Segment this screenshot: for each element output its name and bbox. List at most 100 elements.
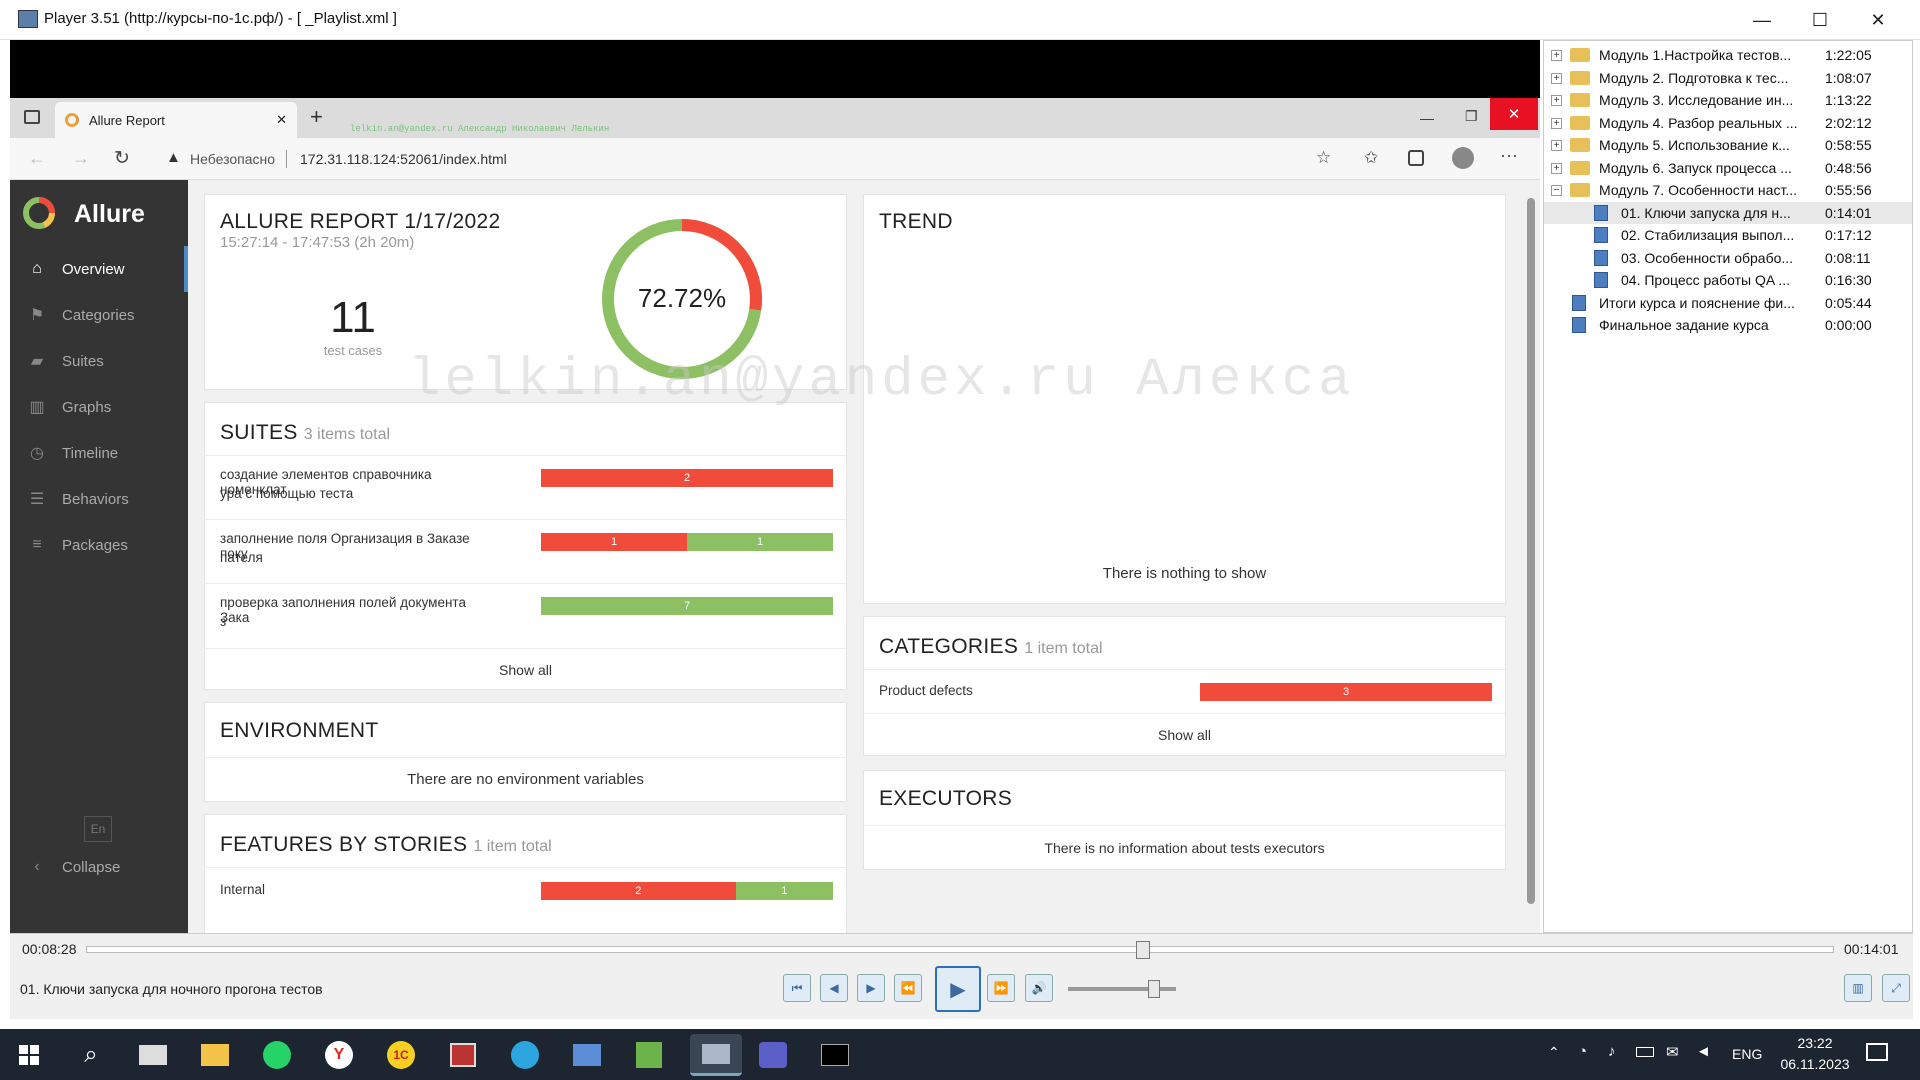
playlist-item[interactable]: 04. Процесс работы QA ... 0:16:30 (1544, 269, 1912, 292)
browser-minimize-icon[interactable]: — (1420, 110, 1434, 126)
battery-icon[interactable] (1636, 1047, 1654, 1057)
playlist-item[interactable]: Итоги курса и пояснение фи... 0:05:44 (1544, 292, 1912, 315)
mail-icon[interactable] (132, 1034, 174, 1076)
feature-row[interactable]: Internal 2 1 (205, 867, 846, 915)
playlist-item[interactable]: + Модуль 3. Исследование ин... 1:13:22 (1544, 89, 1912, 112)
new-tab-button[interactable]: + (310, 104, 323, 130)
playlist-toggle-button[interactable]: ▥ (1844, 974, 1872, 1002)
expand-toggle-icon[interactable]: − (1551, 185, 1562, 196)
forward-icon[interactable]: → (72, 148, 90, 169)
suite-row[interactable]: создание элементов справочника номенклат… (205, 455, 846, 519)
wifi-icon[interactable]: ◔ (1578, 1043, 1587, 1060)
url-field[interactable]: 172.31.118.124:52061/index.html (300, 151, 507, 167)
passed-segment[interactable]: 1 (687, 533, 833, 551)
favorite-add-icon[interactable]: ☆ (1316, 148, 1331, 168)
passed-segment[interactable]: 7 (541, 597, 833, 615)
playlist-item[interactable]: + Модуль 5. Использование к... 0:58:55 (1544, 134, 1912, 157)
1c-icon[interactable]: 1С (380, 1034, 422, 1076)
minimize-button[interactable]: — (1733, 0, 1791, 40)
yandex-browser-icon[interactable]: Y (318, 1034, 360, 1076)
page-scrollbar[interactable] (1526, 186, 1536, 931)
sidebar-item-graphs[interactable]: ▥ Graphs (10, 384, 188, 430)
tools-icon[interactable] (628, 1034, 670, 1076)
chat-icon[interactable]: ✉ (1666, 1043, 1679, 1061)
refresh-icon[interactable]: ↻ (114, 147, 130, 170)
tray-chevron-icon[interactable]: ⌃ (1548, 1044, 1560, 1061)
speaker-icon[interactable]: ◄ (1696, 1043, 1711, 1060)
notifications-icon[interactable] (1866, 1043, 1888, 1061)
tab-actions-icon[interactable] (24, 110, 40, 124)
language-button[interactable]: En (84, 816, 112, 842)
volume-slider[interactable] (1068, 980, 1176, 998)
clock-date[interactable]: 06.11.2023 (1775, 1056, 1855, 1072)
telegram-icon[interactable] (504, 1034, 546, 1076)
collapse-button[interactable]: ‹ Collapse (10, 844, 188, 890)
step-back-button[interactable]: ◀ (820, 974, 848, 1002)
volume-icon[interactable]: 🔊 (1025, 974, 1053, 1002)
remote-desktop-icon[interactable] (566, 1034, 608, 1076)
close-button[interactable]: ✕ (1849, 0, 1907, 40)
categories-show-all[interactable]: Show all (864, 713, 1505, 755)
failed-segment[interactable]: 3 (1200, 683, 1492, 701)
expand-toggle-icon[interactable]: + (1551, 140, 1562, 151)
windows-start-icon[interactable] (8, 1034, 50, 1076)
teams-icon[interactable] (752, 1034, 794, 1076)
failed-segment[interactable]: 2 (541, 882, 736, 900)
browser-restore-icon[interactable]: ❐ (1465, 108, 1478, 125)
maximize-button[interactable]: ☐ (1791, 0, 1849, 40)
page-scrollbar-thumb[interactable] (1527, 198, 1535, 904)
input-language[interactable]: ENG (1732, 1046, 1762, 1062)
archive-icon[interactable] (442, 1034, 484, 1076)
file-explorer-icon[interactable] (194, 1034, 236, 1076)
status-bar[interactable]: 3 (1200, 683, 1492, 701)
back-icon[interactable]: ← (28, 148, 46, 169)
whatsapp-icon[interactable] (256, 1034, 298, 1076)
failed-segment[interactable]: 2 (541, 469, 833, 487)
category-row[interactable]: Product defects 3 (864, 669, 1505, 713)
volume-thumb[interactable] (1148, 980, 1161, 998)
status-bar[interactable]: 2 (541, 469, 833, 487)
sidebar-item-behaviors[interactable]: ☰ Behaviors (10, 476, 188, 522)
playlist-item[interactable]: + Модуль 2. Подготовка к тес... 1:08:07 (1544, 67, 1912, 90)
playlist-item[interactable]: 01. Ключи запуска для н... 0:14:01 (1544, 201, 1912, 224)
fast-forward-button[interactable]: ⏩ (987, 974, 1015, 1002)
clock-time[interactable]: 23:22 (1775, 1035, 1855, 1051)
search-icon[interactable]: ⌕ (70, 1034, 112, 1076)
playlist-item[interactable]: + Модуль 1.Настройка тестов... 1:22:05 (1544, 44, 1912, 67)
suites-show-all[interactable]: Show all (205, 648, 846, 690)
previous-track-button[interactable]: ⏮ (783, 974, 811, 1002)
playlist-item[interactable]: 03. Особенности обрабо... 0:08:11 (1544, 247, 1912, 270)
favorites-icon[interactable]: ✩ (1364, 148, 1378, 168)
browser-close-icon[interactable]: ✕ (1490, 98, 1538, 130)
playlist-item[interactable]: Финальное задание курса 0:00:00 (1544, 314, 1912, 337)
expand-toggle-icon[interactable]: + (1551, 72, 1562, 84)
terminal-icon[interactable] (814, 1034, 856, 1076)
playlist-item[interactable]: + Модуль 6. Запуск процесса ... 0:48:56 (1544, 157, 1912, 180)
sidebar-item-timeline[interactable]: ◷ Timeline (10, 430, 188, 476)
video-area[interactable]: Allure Report ✕ + lelkin.an@yandex.ru Ал… (10, 40, 1540, 933)
microphone-icon[interactable]: ♪ (1608, 1043, 1616, 1060)
expand-toggle-icon[interactable]: + (1551, 117, 1562, 129)
expand-toggle-icon[interactable]: + (1551, 95, 1562, 106)
sidebar-item-overview[interactable]: ⌂ Overview (10, 246, 188, 292)
expand-toggle-icon[interactable]: + (1551, 50, 1562, 61)
profile-avatar[interactable] (1452, 147, 1474, 169)
step-forward-button[interactable]: ▶ (857, 974, 885, 1002)
rewind-button[interactable]: ⏪ (894, 974, 922, 1002)
playlist-item[interactable]: 02. Стабилизация выпол... 0:17:12 (1544, 224, 1912, 247)
expand-toggle-icon[interactable]: + (1551, 162, 1562, 174)
allure-brand[interactable]: Allure (74, 200, 145, 229)
security-label[interactable]: Небезопасно (190, 151, 275, 167)
browser-tab-allure[interactable]: Allure Report ✕ (55, 102, 297, 138)
seek-bar[interactable] (86, 941, 1834, 959)
playlist-item[interactable]: + Модуль 4. Разбор реальных ... 2:02:12 (1544, 112, 1912, 135)
failed-segment[interactable]: 1 (541, 533, 687, 551)
more-icon[interactable]: ··· (1500, 145, 1518, 166)
tab-close-icon[interactable]: ✕ (276, 112, 287, 128)
playlist-item[interactable]: − Модуль 7. Особенности наст... 0:55:56 (1544, 179, 1912, 202)
status-bar[interactable]: 11 (541, 533, 833, 551)
play-button[interactable]: ▶ (935, 966, 981, 1012)
sidebar-item-suites[interactable]: ▰ Suites (10, 338, 188, 384)
status-bar[interactable]: 7 (541, 597, 833, 615)
status-bar[interactable]: 21 (541, 882, 833, 900)
